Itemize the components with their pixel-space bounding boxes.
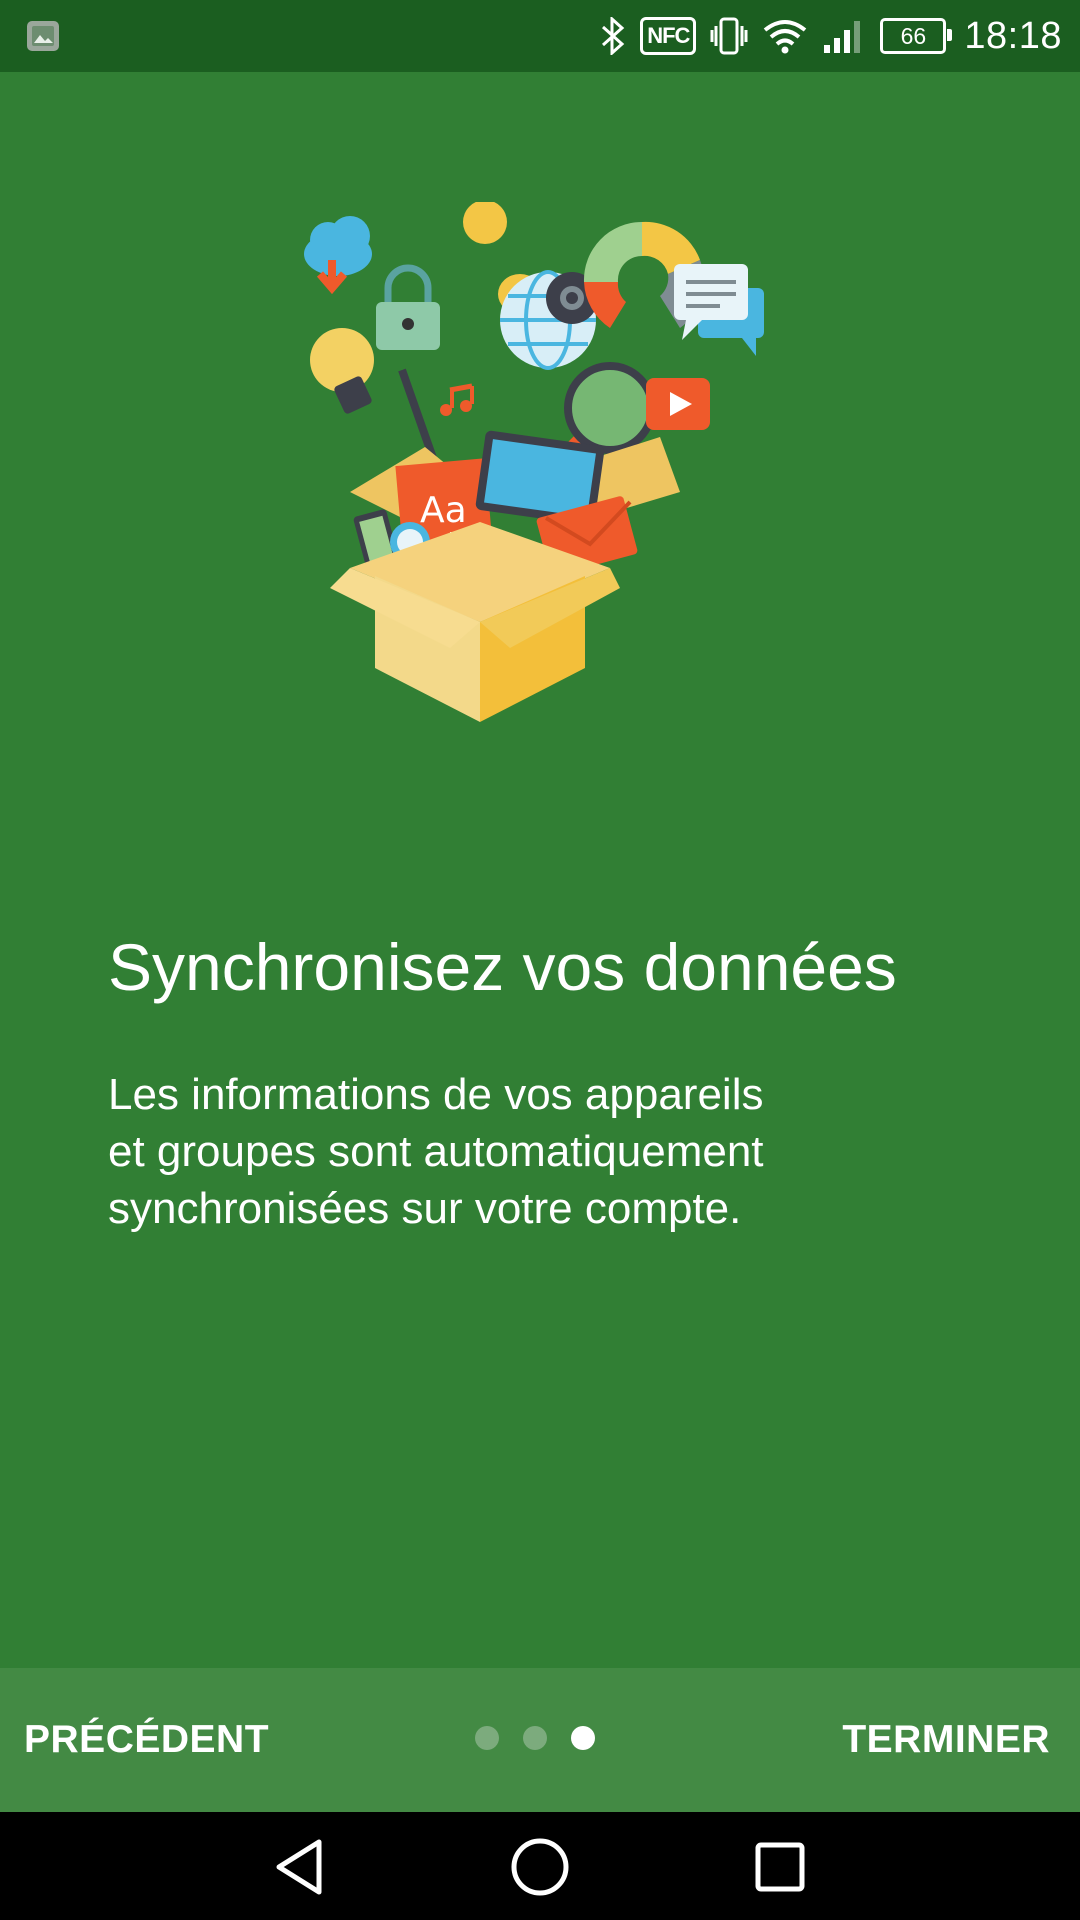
nfc-icon: NFC [640, 17, 697, 55]
finish-button[interactable]: TERMINER [842, 1668, 1050, 1812]
description-line: synchronisées sur votre compte. [108, 1184, 742, 1233]
coin-icon [463, 200, 507, 244]
onboarding-page: Aa Synchronisez vos données Les informat… [0, 72, 1080, 1668]
home-icon[interactable] [505, 1832, 575, 1902]
status-time: 18:18 [964, 14, 1062, 57]
wifi-icon [762, 18, 808, 54]
description-line: et groupes sont automatiquement [108, 1127, 764, 1176]
video-play-icon [646, 378, 710, 430]
page-title: Synchronisez vos données [108, 930, 897, 1004]
back-icon[interactable] [265, 1832, 335, 1902]
lock-icon [376, 264, 440, 350]
svg-text:Aa: Aa [420, 490, 467, 531]
image-notification-icon [26, 20, 60, 52]
signal-icon [822, 17, 866, 55]
page-indicator [475, 1726, 595, 1750]
page-dot-active[interactable] [571, 1726, 595, 1750]
page-description: Les informations de vos appareils et gro… [108, 1066, 868, 1237]
description-line: Les informations de vos appareils [108, 1070, 764, 1119]
previous-button[interactable]: PRÉCÉDENT [24, 1668, 269, 1812]
page-dot[interactable] [523, 1726, 547, 1750]
music-note-icon [440, 383, 474, 416]
cloud-download-icon [304, 216, 372, 295]
page-dot[interactable] [475, 1726, 499, 1750]
battery-icon: 66 [880, 18, 953, 54]
open-box-with-apps-illustration: Aa [280, 200, 820, 742]
light-bulb-icon [310, 328, 374, 414]
chat-bubble-icon [674, 264, 764, 356]
onboarding-bottom-bar: PRÉCÉDENT TERMINER [0, 1668, 1080, 1812]
recent-apps-icon[interactable] [745, 1832, 815, 1902]
globe-settings-icon [500, 270, 598, 370]
battery-level: 66 [900, 22, 927, 49]
bluetooth-icon [600, 17, 626, 55]
vibrate-icon [710, 16, 748, 56]
navigation-bar [0, 1812, 1080, 1920]
status-bar: NFC 66 18:18 [0, 0, 1080, 72]
